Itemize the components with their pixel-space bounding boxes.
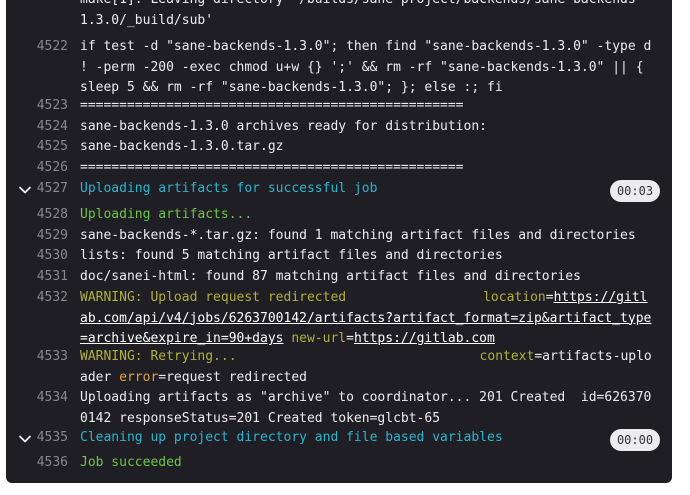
section-title: Cleaning up project directory and file b… bbox=[80, 430, 503, 445]
line-number[interactable]: 4530 bbox=[6, 246, 68, 267]
section-header-upload-artifacts[interactable]: 4527 Uploading artifacts for successful … bbox=[6, 179, 672, 203]
duration-badge: 00:00 bbox=[610, 429, 660, 451]
log-line-text: if test -d "sane-backends-1.3.0"; then f… bbox=[80, 39, 660, 95]
line-number[interactable]: 4526 bbox=[6, 158, 68, 179]
line-number[interactable]: 4535 bbox=[6, 428, 68, 449]
section-header-cleanup[interactable]: 4535 Cleaning up project directory and f… bbox=[6, 428, 672, 452]
log-line-text: WARNING: Upload request redirected locati… bbox=[80, 290, 652, 346]
field-key: context bbox=[479, 349, 535, 364]
line-number[interactable]: 4527 bbox=[6, 179, 68, 200]
log-line-text: doc/sanei-html: found 87 matching artifa… bbox=[80, 269, 581, 284]
line-number[interactable]: 4528 bbox=[6, 205, 68, 226]
field-key: location bbox=[483, 290, 546, 305]
log-line-text: ========================================… bbox=[80, 98, 464, 113]
log-line-text: Job succeeded bbox=[80, 455, 182, 470]
line-number[interactable]: 4522 bbox=[6, 37, 68, 58]
line-number[interactable]: 4523 bbox=[6, 96, 68, 117]
line-number[interactable]: 4524 bbox=[6, 117, 68, 138]
log-line-text: WARNING: Retrying... context=artifacts-up… bbox=[80, 349, 652, 385]
line-number[interactable]: 4532 bbox=[6, 288, 68, 309]
line-number[interactable]: 4531 bbox=[6, 267, 68, 288]
log-line-text: Uploading artifacts... bbox=[80, 207, 253, 222]
log-line-text: lists: found 5 matching artifact files a… bbox=[80, 248, 503, 263]
field-key: new-url bbox=[291, 331, 347, 346]
log-line-text: sane-backends-1.3.0 archives ready for d… bbox=[80, 119, 487, 134]
log-line-text: Uploading artifacts as "archive" to coor… bbox=[80, 390, 652, 426]
warning-text: WARNING: Retrying... bbox=[80, 349, 237, 364]
line-number[interactable]: 4529 bbox=[6, 226, 68, 247]
log-line-text: sane-backends-1.3.0.tar.gz bbox=[80, 139, 284, 154]
warning-text: WARNING: Upload request redirected bbox=[80, 290, 347, 305]
log-line-text: sane-backends-*.tar.gz: found 1 matching… bbox=[80, 228, 636, 243]
job-log-terminal: make[1]: Leaving directory '/builds/sane… bbox=[6, 0, 672, 483]
line-number[interactable]: 4536 bbox=[6, 453, 68, 474]
log-line-text: make[1]: Leaving directory '/builds/sane… bbox=[80, 0, 644, 28]
section-title: Uploading artifacts for successful job bbox=[80, 181, 378, 196]
line-number[interactable]: 4533 bbox=[6, 347, 68, 368]
line-number[interactable]: 4534 bbox=[6, 388, 68, 409]
field-key: error bbox=[119, 369, 159, 385]
line-number[interactable]: 4525 bbox=[6, 137, 68, 158]
new-url-link[interactable]: https://gitlab.com bbox=[354, 331, 495, 346]
log-line-text: ========================================… bbox=[80, 160, 464, 175]
field-value: request redirected bbox=[166, 369, 307, 385]
duration-badge: 00:03 bbox=[610, 180, 660, 202]
